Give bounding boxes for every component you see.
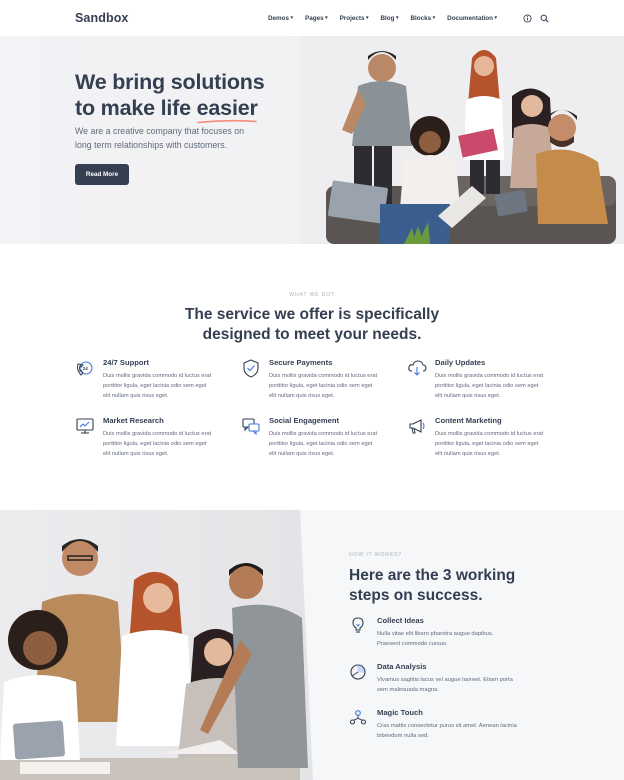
service-body: Market Research Duis mollis gravida comm… — [103, 416, 215, 459]
hero-subtitle: We are a creative company that focuses o… — [75, 126, 245, 150]
nav-label: Demos — [268, 14, 289, 22]
chevron-down-icon: ▾ — [395, 15, 399, 21]
service-item: Content Marketing Duis mollis gravida co… — [407, 416, 557, 459]
services-eyebrow: WHAT WE DO? — [289, 292, 335, 298]
nav-icons — [523, 13, 549, 23]
hero-section: We bring solutions to make life easier W… — [0, 36, 624, 244]
services-title-line1: The service we offer is specifically — [184, 306, 440, 323]
hero-title-line2: to make life easier — [75, 95, 265, 124]
lightbulb-icon — [349, 616, 367, 649]
step-body: Collect Ideas Nulla vitae elit libero ph… — [377, 616, 517, 649]
service-item: Market Research Duis mollis gravida comm… — [75, 416, 241, 459]
how-title-line1: Here are the 3 working — [349, 567, 516, 584]
step-title: Magic Touch — [377, 708, 423, 717]
how-it-works-section: HOW IT WORKS? Here are the 3 working ste… — [0, 510, 624, 780]
nav-label: Blocks — [410, 14, 432, 22]
step-body: Magic Touch Cras mattis consectetur puru… — [377, 708, 517, 741]
service-title: Secure Payments — [269, 358, 333, 367]
main-nav: Demos ▾ Pages ▾ Projects ▾ Blog ▾ Blocks ▾ Do… — [268, 13, 549, 23]
pie-chart-icon — [349, 662, 367, 695]
services-section: WHAT WE DO? The service we offer is spec… — [0, 244, 624, 510]
underline-stroke — [196, 119, 257, 124]
step-item: Collect Ideas Nulla vitae elit libero ph… — [349, 616, 517, 649]
services-title: The service we offer is specifically des… — [0, 305, 624, 344]
nav-label: Blog — [380, 14, 395, 22]
chevron-down-icon: ▾ — [325, 15, 328, 21]
nav-item-demos[interactable]: Demos ▾ — [268, 15, 293, 22]
how-title: Here are the 3 working steps on success. — [349, 566, 529, 605]
nav-item-documentation[interactable]: Documentation ▾ — [447, 15, 497, 22]
services-grid: 24 24/7 Support Duis mollis gravida comm… — [75, 358, 555, 459]
cloud-download-icon — [407, 358, 427, 378]
megaphone-icon — [407, 416, 427, 436]
search-icon[interactable] — [540, 14, 549, 23]
hero-team-photo — [300, 36, 624, 244]
services-title-line2: designed to meet your needs. — [202, 325, 422, 343]
chevron-down-icon: ▾ — [290, 15, 294, 21]
nav-item-projects[interactable]: Projects ▾ — [340, 15, 369, 22]
service-text: Duis mollis gravida commodo id luctus er… — [103, 431, 212, 457]
step-title: Data Analysis — [377, 662, 427, 671]
chevron-down-icon: ▾ — [432, 15, 436, 21]
service-body: Social Engagement Duis mollis gravida co… — [269, 416, 381, 459]
step-text: Cras mattis consectetur purus sit amet. … — [377, 723, 517, 739]
service-title: Market Research — [103, 416, 164, 425]
service-text: Duis mollis gravida commodo id luctus er… — [269, 373, 378, 399]
nav-item-pages[interactable]: Pages ▾ — [305, 15, 328, 22]
hero-title-line1: We bring solutions — [75, 70, 265, 94]
step-item: Magic Touch Cras mattis consectetur puru… — [349, 708, 517, 741]
service-body: 24/7 Support Duis mollis gravida commodo… — [103, 358, 215, 401]
nav-label: Projects — [339, 14, 365, 22]
phone-24-icon: 24 — [75, 358, 95, 378]
service-item: Daily Updates Duis mollis gravida commod… — [407, 358, 557, 401]
service-item: 24 24/7 Support Duis mollis gravida comm… — [75, 358, 241, 401]
step-title: Collect Ideas — [377, 616, 424, 625]
hero-highlight-word: easier — [196, 96, 258, 120]
service-item: Social Engagement Duis mollis gravida co… — [241, 416, 407, 459]
service-title: Daily Updates — [435, 358, 486, 367]
how-title-line2: steps on success. — [349, 586, 483, 604]
logo[interactable]: Sandbox — [75, 11, 128, 25]
step-item: Data Analysis Vivamus sagittis lacus vel… — [349, 662, 517, 695]
network-icon — [349, 708, 367, 741]
service-body: Daily Updates Duis mollis gravida commod… — [435, 358, 547, 401]
service-text: Duis mollis gravida commodo id luctus er… — [269, 431, 378, 457]
service-item: Secure Payments Duis mollis gravida comm… — [241, 358, 407, 401]
service-body: Content Marketing Duis mollis gravida co… — [435, 416, 547, 459]
hero-title-highlight: easier — [196, 95, 258, 124]
monitor-chart-icon — [75, 416, 95, 436]
nav-item-blog[interactable]: Blog ▾ — [380, 15, 398, 22]
step-body: Data Analysis Vivamus sagittis lacus vel… — [377, 662, 517, 695]
step-text: Nulla vitae elit libero pharetra augue d… — [377, 631, 494, 647]
step-text: Vivamus sagittis lacus vel augue laoreet… — [377, 677, 513, 693]
chat-bubbles-icon — [241, 416, 261, 436]
steps-list: Collect Ideas Nulla vitae elit libero ph… — [349, 616, 517, 754]
shield-check-icon — [241, 358, 261, 378]
nav-label: Pages — [305, 14, 324, 22]
service-title: Social Engagement — [269, 416, 340, 425]
service-title: Content Marketing — [435, 416, 502, 425]
service-text: Duis mollis gravida commodo id luctus er… — [435, 431, 544, 457]
nav-item-blocks[interactable]: Blocks ▾ — [410, 15, 435, 22]
team-meeting-photo — [0, 510, 313, 780]
read-more-button[interactable]: Read More — [75, 164, 129, 185]
hero-title-prefix: to make life — [75, 96, 197, 120]
service-body: Secure Payments Duis mollis gravida comm… — [269, 358, 381, 401]
chevron-down-icon: ▾ — [494, 15, 497, 21]
service-title: 24/7 Support — [103, 358, 149, 367]
site-header: Sandbox Demos ▾ Pages ▾ Projects ▾ Blog ▾ Bl… — [0, 0, 624, 36]
chevron-down-icon: ▾ — [365, 15, 369, 21]
service-text: Duis mollis gravida commodo id luctus er… — [435, 373, 544, 399]
info-icon[interactable] — [523, 13, 532, 23]
svg-text:24: 24 — [83, 366, 89, 371]
how-eyebrow: HOW IT WORKS? — [349, 552, 402, 558]
hero-title: We bring solutions to make life easier — [75, 69, 265, 124]
nav-label: Documentation — [447, 14, 493, 22]
service-text: Duis mollis gravida commodo id luctus er… — [103, 373, 212, 399]
